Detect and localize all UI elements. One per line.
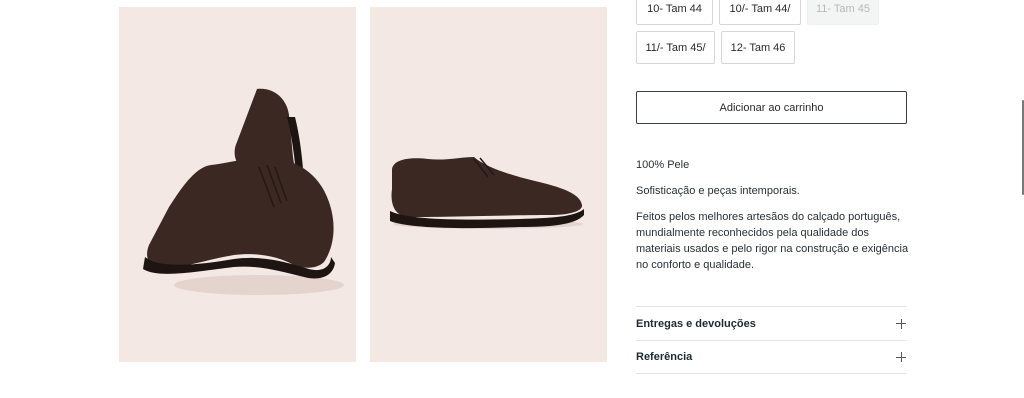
accordion-title: Referência (636, 351, 693, 363)
add-to-cart-button[interactable]: Adicionar ao carrinho (636, 91, 907, 124)
description-text: Feitos pelos melhores artesãos do calçad… (636, 211, 909, 271)
accordion-shipping-returns[interactable]: Entregas e devoluções (636, 306, 907, 340)
shoe-side-illustration (390, 157, 584, 229)
accordion-title: Entregas e devoluções (636, 317, 756, 330)
size-option[interactable]: 10- Tam 44 (636, 0, 713, 25)
tagline-text: Sofisticação e peças intemporais. (636, 185, 800, 197)
size-option[interactable]: 10/- Tam 44/ (719, 0, 801, 25)
plus-icon (896, 318, 906, 329)
shoe-pair-illustration (143, 88, 344, 295)
size-option-unavailable: 11- Tam 45 (807, 0, 879, 25)
accordion-reference[interactable]: Referência (636, 340, 907, 374)
plus-icon (896, 352, 906, 362)
size-option[interactable]: 11/- Tam 45/ (636, 31, 715, 64)
product-image-side[interactable] (370, 7, 607, 362)
product-image-pair[interactable] (119, 7, 356, 362)
material-text: 100% Pele (636, 159, 690, 171)
size-option[interactable]: 12- Tam 46 (721, 31, 795, 64)
